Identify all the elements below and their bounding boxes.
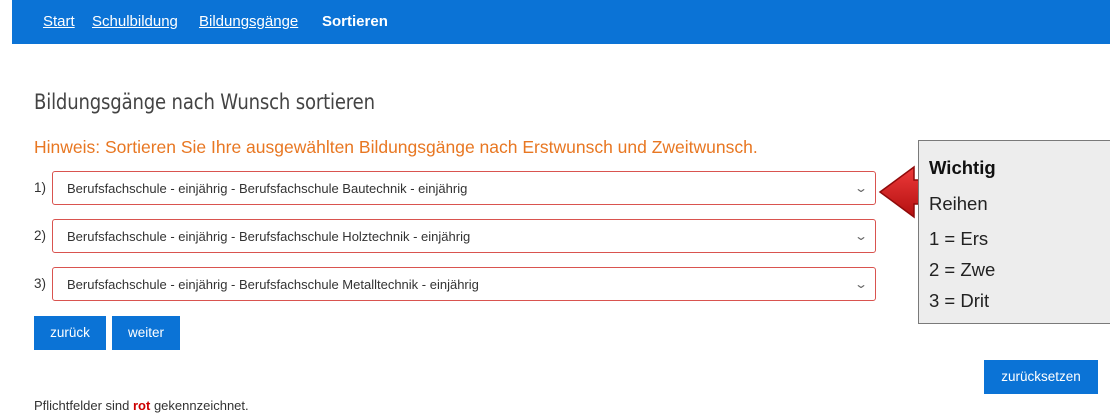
reset-button[interactable]: zurücksetzen [984,360,1098,394]
priority-select-2-value: Berufsfachschule - einjährig - Berufsfac… [67,229,471,244]
back-button[interactable]: zurück [34,316,106,350]
priority-select-3[interactable]: Berufsfachschule - einjährig - Berufsfac… [52,267,876,301]
priority-select-2[interactable]: Berufsfachschule - einjährig - Berufsfac… [52,219,876,253]
important-info-box: Wichtig Reihen 1 = Ers 2 = Zwe 3 = Drit [918,140,1110,324]
required-note-suffix: gekennzeichnet. [150,398,249,413]
row-number-3: 3) [34,276,47,291]
chevron-down-icon: ⌄ [853,229,869,243]
info-box-line: 3 = Drit [929,290,990,311]
chevron-down-icon: ⌄ [853,181,869,195]
breadcrumb-current: Sortieren [322,13,388,30]
next-button[interactable]: weiter [112,316,180,350]
info-box-line: 1 = Ers [929,228,989,249]
required-note-highlight: rot [133,398,151,413]
info-box-line: Reihen [929,193,988,214]
page-title: Bildungsgänge nach Wunsch sortieren [34,90,375,114]
required-note-prefix: Pflichtfelder sind [34,398,133,413]
breadcrumb-schulbildung[interactable]: Schulbildung [92,13,178,30]
priority-select-1-value: Berufsfachschule - einjährig - Berufsfac… [67,181,468,196]
info-box-line: 2 = Zwe [929,259,996,280]
row-number-1: 1) [34,180,47,195]
info-box-title: Wichtig [929,157,996,178]
breadcrumb-bildungsgaenge[interactable]: Bildungsgänge [199,13,298,30]
priority-select-1[interactable]: Berufsfachschule - einjährig - Berufsfac… [52,171,876,205]
chevron-down-icon: ⌄ [853,277,869,291]
required-fields-note: Pflichtfelder sind rot gekennzeichnet. [34,398,249,413]
hint-text: Hinweis: Sortieren Sie Ihre ausgewählten… [34,137,758,157]
top-navigation-bar: Start Schulbildung Bildungsgänge Sortier… [12,0,1110,44]
priority-select-3-value: Berufsfachschule - einjährig - Berufsfac… [67,277,479,292]
row-number-2: 2) [34,228,47,243]
breadcrumb-start[interactable]: Start [43,13,75,30]
